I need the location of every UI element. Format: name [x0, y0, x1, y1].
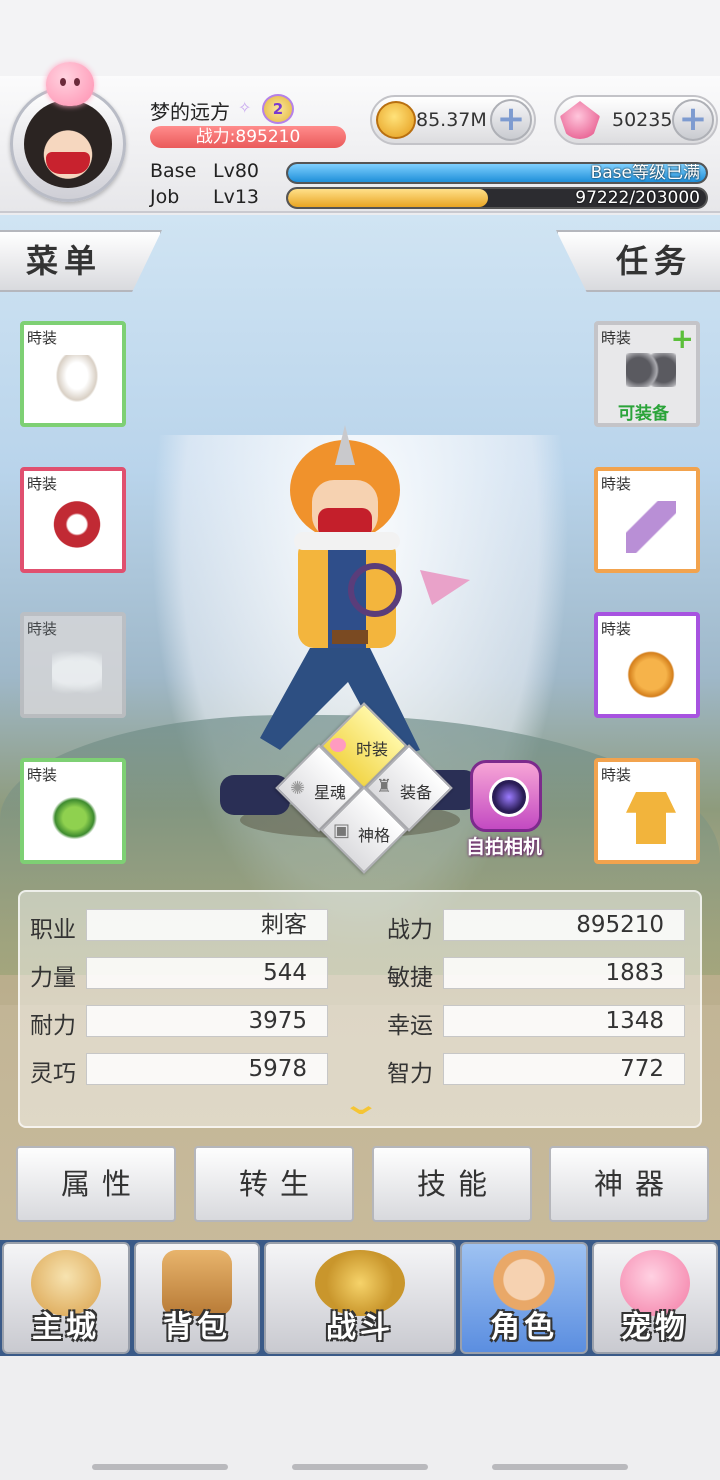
crossbow-icon	[626, 501, 676, 553]
slot-label: 時装	[27, 329, 58, 347]
stat-agi-value: 1883	[443, 957, 685, 989]
radial-costume-label: 时装	[356, 740, 389, 759]
costume-slot-weapon[interactable]: 時装	[594, 467, 700, 573]
feather-headwear-icon	[52, 355, 102, 407]
plus-icon: +	[670, 322, 694, 355]
angel-wings-icon	[52, 646, 102, 698]
gold-coin-icon	[376, 101, 416, 139]
stat-str-value: 544	[86, 957, 328, 989]
stat-luk-label: 幸运	[387, 1013, 433, 1039]
red-scarf-icon	[52, 501, 102, 553]
costume-pet-icon	[330, 738, 346, 752]
slot-label: 時装	[601, 766, 632, 784]
gem-currency: 50235 +	[554, 95, 718, 145]
slot-label: 時装	[601, 329, 632, 347]
artifact-button[interactable]: 神器	[549, 1146, 709, 1222]
nav-battle-label: 战斗	[326, 1310, 394, 1345]
status-strip	[0, 0, 720, 76]
bottom-padding	[0, 1356, 720, 1480]
slot-label: 時装	[601, 475, 632, 493]
stat-int-label: 智力	[387, 1061, 433, 1087]
player-name: 梦的远方	[150, 100, 230, 124]
radial-equipment-label: 装备	[400, 783, 433, 802]
base-exp-text: Base等级已满	[590, 163, 700, 183]
stat-agi-label: 敏捷	[387, 965, 433, 991]
add-gold-button[interactable]: +	[490, 99, 532, 141]
divinity-icon: ▣	[333, 820, 351, 841]
sunglasses-icon	[626, 353, 676, 387]
system-indicator	[492, 1464, 628, 1470]
job-exp-bar: 97222/203000	[286, 187, 708, 209]
job-label: Job	[150, 186, 180, 208]
nav-character-label: 角色	[490, 1310, 558, 1345]
pet-avatar-icon	[46, 62, 94, 106]
radial-star-soul-label: 星魂	[314, 783, 347, 802]
jacket-icon	[626, 792, 676, 844]
attributes-button[interactable]: 属性	[16, 1146, 176, 1222]
stat-job-value: 刺客	[86, 909, 328, 941]
nav-tab-battle[interactable]: 战斗	[264, 1242, 456, 1354]
sparkle-icon: ✧	[238, 98, 252, 117]
job-exp-fill	[288, 189, 489, 207]
stat-dex-label: 灵巧	[30, 1061, 76, 1087]
radial-divinity-label: 神格	[358, 826, 391, 845]
nav-bag-label: 背包	[163, 1310, 231, 1345]
costume-slot-outfit[interactable]: 時装	[594, 758, 700, 864]
gold-value: 85.37M	[416, 109, 487, 131]
green-leaf-icon	[52, 792, 102, 844]
stat-int-value: 772	[443, 1053, 685, 1085]
nav-city-label: 主城	[32, 1310, 100, 1345]
base-label: Base	[150, 160, 197, 182]
system-indicator	[92, 1464, 228, 1470]
stat-str-label: 力量	[30, 965, 76, 991]
power-bar: 战力:895210	[150, 126, 346, 148]
selfie-camera-label[interactable]: 自拍相机	[466, 832, 542, 859]
stat-vit-value: 3975	[86, 1005, 328, 1037]
gem-value: 50235	[612, 109, 673, 131]
slot-label: 時装	[27, 766, 58, 784]
nav-tab-city[interactable]: 主城	[2, 1242, 130, 1354]
nav-tab-character[interactable]: 角色	[460, 1242, 588, 1354]
stat-power-label: 战力	[387, 917, 433, 943]
slot-label: 時装	[27, 620, 58, 638]
system-indicator	[292, 1464, 428, 1470]
rebirth-button[interactable]: 转生	[194, 1146, 354, 1222]
armor-icon: ♜	[376, 776, 393, 797]
costume-slot-cape[interactable]: 時装	[20, 467, 126, 573]
stat-power-value: 895210	[443, 909, 685, 941]
nav-tab-bag[interactable]: 背包	[134, 1242, 260, 1354]
gold-currency: 85.37M +	[370, 95, 536, 145]
star-soul-icon: ✺	[290, 778, 306, 799]
stat-job-label: 职业	[30, 917, 76, 943]
job-exp-text: 97222/203000	[575, 188, 700, 208]
costume-slot-head[interactable]: 時装	[20, 321, 126, 427]
costume-slot-hair[interactable]: 時装	[594, 612, 700, 718]
nav-pet-label: 宠物	[621, 1310, 689, 1345]
nav-tab-pet[interactable]: 宠物	[592, 1242, 718, 1354]
chevron-down-icon[interactable]: ⌄	[324, 1090, 398, 1120]
selfie-camera-icon[interactable]	[470, 760, 542, 832]
can-equip-label: 可装备	[618, 404, 669, 424]
base-level: Lv80	[213, 160, 260, 182]
stat-vit-label: 耐力	[30, 1013, 76, 1039]
costume-slot-glasses[interactable]: 時装 + 可装备	[594, 321, 700, 427]
avatar-portrait-icon	[24, 100, 112, 188]
job-level: Lv13	[213, 186, 260, 208]
skills-button[interactable]: 技能	[372, 1146, 532, 1222]
costume-slot-mouth[interactable]: 時装	[20, 758, 126, 864]
base-exp-bar: Base等级已满	[286, 162, 708, 184]
vip-badge: 2	[262, 94, 294, 124]
stat-luk-value: 1348	[443, 1005, 685, 1037]
slot-label: 時装	[601, 620, 632, 638]
costume-slot-wings[interactable]: 時装	[20, 612, 126, 718]
add-gem-button[interactable]: +	[672, 99, 714, 141]
orange-hair-icon	[626, 646, 676, 698]
slot-label: 時装	[27, 475, 58, 493]
stat-dex-value: 5978	[86, 1053, 328, 1085]
gem-icon	[560, 101, 600, 139]
